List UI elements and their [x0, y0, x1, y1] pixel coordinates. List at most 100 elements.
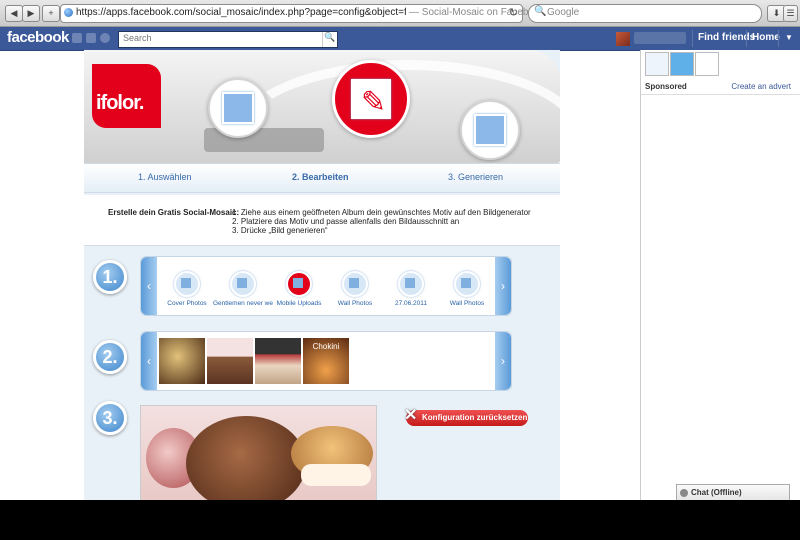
- album-item[interactable]: Wall Photos: [325, 271, 385, 307]
- divider: [746, 30, 747, 47]
- edit-step-icon: ✎: [332, 60, 410, 138]
- avatar[interactable]: [616, 32, 630, 46]
- image-generator-canvas[interactable]: [140, 405, 377, 500]
- scroll-left-button[interactable]: ‹: [141, 332, 157, 390]
- album-label: Cover Photos: [167, 300, 207, 307]
- photo-thumbnail[interactable]: [207, 338, 253, 384]
- browser-menu-button[interactable]: ☰: [783, 5, 798, 22]
- chevron-down-icon[interactable]: ▼: [785, 33, 793, 42]
- heart-icon[interactable]: [695, 52, 719, 76]
- chevron-left-icon: ‹: [147, 279, 151, 293]
- photo-strip: ‹ Chokini ›: [140, 331, 512, 391]
- album-label: 27.06.2011: [394, 300, 428, 307]
- chevron-right-icon: ›: [501, 354, 505, 368]
- tab-generate[interactable]: 3. Generieren: [448, 172, 503, 182]
- photo-thumbnail[interactable]: [255, 338, 301, 384]
- menu-icon: ☰: [786, 8, 795, 18]
- album-icon: [342, 271, 368, 297]
- chat-icon: [680, 489, 688, 497]
- browser-toolbar: ◀ ▶ + https://apps.facebook.com/social_m…: [0, 0, 800, 27]
- chat-bar[interactable]: Chat (Offline): [676, 484, 790, 500]
- album-label: Wall Photos: [337, 300, 373, 307]
- app-canvas: ifolor. ✎ 1. Auswählen 2. Bearbeiten 3. …: [84, 50, 560, 500]
- new-tab-button[interactable]: +: [42, 5, 60, 22]
- facebook-logo[interactable]: facebook: [7, 29, 69, 46]
- create-advert-link[interactable]: Create an advert: [731, 82, 791, 91]
- album-item[interactable]: Cover Photos: [157, 271, 217, 307]
- album-item[interactable]: Gentlemen never we: [213, 271, 273, 307]
- step-navigation: 1. Auswählen 2. Bearbeiten 3. Generieren: [84, 163, 560, 193]
- album-strip: ‹ Cover Photos Gentlemen never we Mobile…: [140, 256, 512, 316]
- app-banner: ifolor. ✎: [84, 50, 560, 163]
- ifolor-logo[interactable]: ifolor.: [92, 64, 161, 128]
- instruction-item: 3. Drücke „Bild generieren“: [232, 226, 328, 235]
- scroll-right-button[interactable]: ›: [495, 257, 511, 315]
- scroll-right-button[interactable]: ›: [495, 332, 511, 390]
- album-icon: [398, 271, 424, 297]
- forward-button[interactable]: ▶: [22, 5, 40, 22]
- browser-viewport: ◀ ▶ + https://apps.facebook.com/social_m…: [0, 0, 800, 500]
- instruction-item: 1. Ziehe aus einem geöffneten Album dein…: [232, 208, 531, 217]
- photo-thumbnail[interactable]: [159, 338, 205, 384]
- friend-requests-icon[interactable]: [72, 33, 82, 43]
- step-three-badge: 3.: [93, 401, 127, 435]
- album-item[interactable]: 27.06.2011: [381, 271, 441, 307]
- notifications-icon[interactable]: [100, 33, 110, 43]
- tab-select[interactable]: 1. Auswählen: [138, 172, 192, 182]
- step-two-badge: 2.: [93, 340, 127, 374]
- instructions-list: 1. Ziehe aus einem geöffneten Album dein…: [232, 208, 531, 235]
- facebook-header: facebook Search 🔍 Find friends Home ▼: [0, 27, 800, 51]
- divider: [641, 94, 800, 95]
- chevron-right-icon: ›: [501, 279, 505, 293]
- reset-configuration-button[interactable]: ✕ Konfiguration zurücksetzen: [404, 407, 528, 426]
- select-step-icon: [208, 78, 268, 138]
- step-one-badge: 1.: [93, 260, 127, 294]
- divider: [778, 30, 779, 47]
- album-label: Gentlemen never we: [213, 300, 273, 307]
- download-icon: ⬇: [772, 8, 781, 18]
- back-button[interactable]: ◀: [5, 5, 23, 22]
- facebook-search-input[interactable]: Search 🔍: [118, 31, 338, 48]
- photo-thumbnail[interactable]: Chokini: [303, 338, 349, 384]
- right-sidebar: Sponsored Create an advert: [640, 50, 800, 500]
- back-icon: ◀: [10, 8, 18, 18]
- page-title: — Social-Mosaic on Facebook: [409, 7, 545, 18]
- plus-icon: +: [48, 8, 54, 18]
- chat-label: Chat (Offline): [691, 488, 742, 497]
- divider: [692, 30, 693, 47]
- chevron-left-icon: ‹: [147, 354, 151, 368]
- generate-step-icon: [460, 100, 520, 160]
- twitter-icon[interactable]: [670, 52, 694, 76]
- logo-text: ifolor.: [96, 92, 144, 114]
- album-item[interactable]: Wall Photos: [437, 271, 497, 307]
- photo-element: [301, 464, 371, 486]
- album-icon: [454, 271, 480, 297]
- web-search-placeholder: Google: [547, 7, 580, 18]
- globe-icon: [64, 8, 73, 17]
- forward-icon: ▶: [27, 8, 35, 18]
- home-link[interactable]: Home: [752, 32, 780, 43]
- search-icon[interactable]: 🔍: [322, 32, 337, 47]
- home-shortcut-icon[interactable]: [645, 52, 669, 76]
- instruction-item: 2. Platziere das Motiv und passe allenfa…: [232, 217, 460, 226]
- instructions-panel: Erstelle dein Gratis Social-Mosaic: 1. Z…: [84, 195, 560, 246]
- profile-name[interactable]: [634, 32, 686, 44]
- facebook-search-placeholder: Search: [123, 33, 152, 43]
- reset-label: Konfiguration zurücksetzen: [422, 413, 528, 422]
- scroll-left-button[interactable]: ‹: [141, 257, 157, 315]
- album-icon: [174, 271, 200, 297]
- close-icon: ✕: [404, 407, 418, 424]
- album-icon: [286, 271, 312, 297]
- album-icon: [230, 271, 256, 297]
- web-search-field[interactable]: 🔍 Google: [528, 4, 762, 23]
- tab-edit[interactable]: 2. Bearbeiten: [292, 172, 349, 182]
- messages-icon[interactable]: [86, 33, 96, 43]
- thumb-text: Chokini: [312, 342, 340, 351]
- album-item[interactable]: Mobile Uploads: [269, 271, 329, 307]
- reload-icon[interactable]: ↻: [509, 6, 518, 19]
- sponsored-heading: Sponsored: [645, 82, 687, 91]
- photo-element: [186, 416, 306, 500]
- instructions-label: Erstelle dein Gratis Social-Mosaic:: [108, 208, 240, 217]
- address-bar[interactable]: https://apps.facebook.com/social_mosaic/…: [60, 4, 545, 23]
- album-label: Wall Photos: [449, 300, 485, 307]
